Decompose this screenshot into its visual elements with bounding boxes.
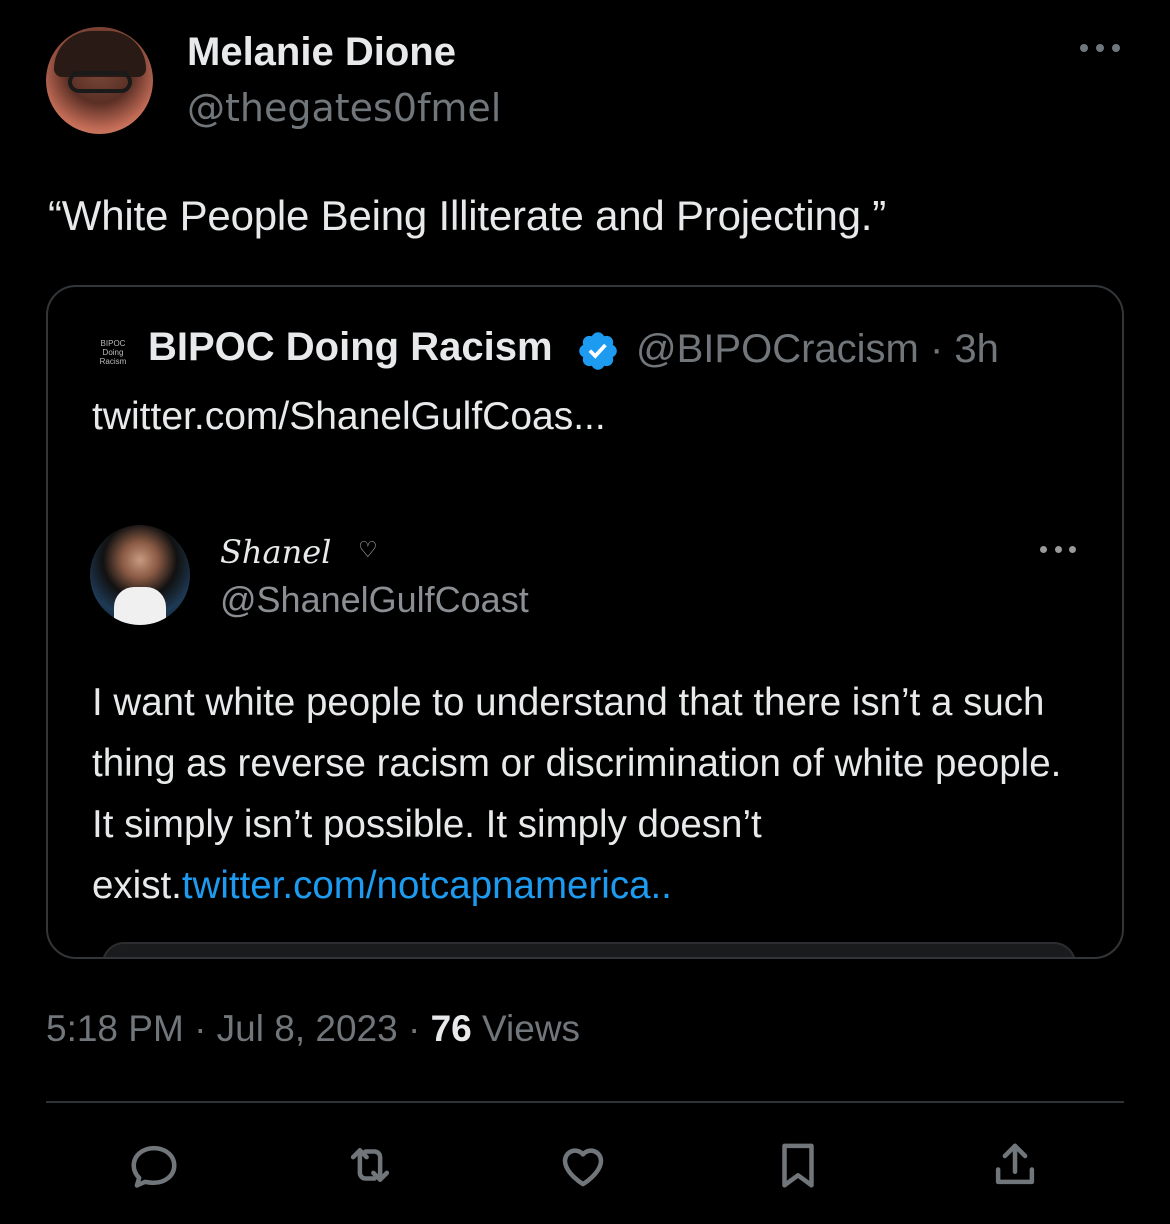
- author-name[interactable]: Melanie Dione: [187, 30, 456, 75]
- timestamp[interactable]: 5:18 PM · Jul 8, 2023 ·: [46, 1008, 431, 1049]
- embedded-more-icon: [1040, 543, 1076, 555]
- like-icon: [562, 1148, 604, 1187]
- quoted-tweet-card[interactable]: BIPOC Doing Racism BIPOC Doing Racism @B…: [46, 285, 1124, 959]
- divider: [46, 1101, 1124, 1103]
- retweet-icon: [350, 1148, 390, 1182]
- share-button[interactable]: [985, 1135, 1045, 1195]
- embedded-handle: @ShanelGulfCoast: [220, 579, 529, 620]
- quoted-avatar-text: Racism: [99, 356, 127, 366]
- quoted-author-name: BIPOC Doing Racism: [148, 325, 553, 369]
- views-count: 76: [430, 1008, 472, 1049]
- avatar-shirt: [114, 587, 166, 625]
- embedded-author-name: Shanel: [220, 533, 332, 571]
- avatar-glasses: [68, 71, 132, 93]
- tweet-text: “White People Being Illiterate and Proje…: [48, 192, 887, 239]
- embedded-link: twitter.com/notcapnamerica..: [181, 864, 672, 907]
- author-handle[interactable]: @thegates0fmel: [187, 86, 501, 130]
- reply-icon: [131, 1145, 177, 1188]
- tweet-meta: 5:18 PM · Jul 8, 2023 · 76 Views: [46, 1008, 580, 1050]
- retweet-button[interactable]: [340, 1135, 400, 1195]
- more-options-icon[interactable]: [1080, 38, 1120, 58]
- heart-icon: ♡: [358, 537, 378, 562]
- verified-badge-icon: [579, 332, 617, 370]
- embedded-media-card: [102, 942, 1076, 957]
- quoted-avatar-text: BIPOC: [100, 338, 126, 348]
- author-avatar[interactable]: [46, 27, 153, 134]
- bookmark-button[interactable]: [768, 1135, 828, 1195]
- reply-button[interactable]: [124, 1135, 184, 1195]
- embedded-avatar: [90, 525, 190, 625]
- quoted-handle-time: @BIPOCracism · 3h: [636, 327, 999, 371]
- bookmark-icon: [782, 1143, 814, 1188]
- like-button[interactable]: [553, 1135, 613, 1195]
- quoted-avatar-text: Doing: [102, 347, 124, 357]
- quoted-avatar[interactable]: BIPOC Doing Racism: [92, 331, 134, 373]
- embedded-tweet-text: I want white people to understand that t…: [92, 672, 1092, 916]
- share-icon: [995, 1143, 1035, 1185]
- views-label: Views: [471, 1008, 581, 1049]
- quoted-link-text[interactable]: twitter.com/ShanelGulfCoas...: [92, 395, 606, 439]
